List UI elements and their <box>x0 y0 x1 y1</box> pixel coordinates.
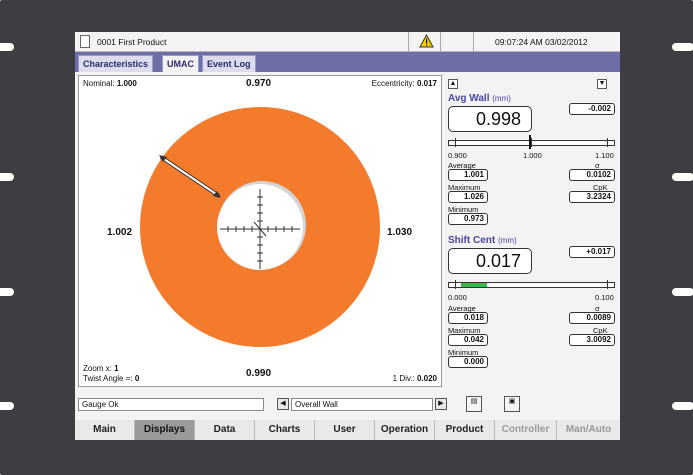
mount-notch <box>672 288 693 296</box>
avg-wall-maximum: 1.026 <box>448 191 488 203</box>
shift-cent-bar <box>461 283 487 287</box>
shift-cent-title-text: Shift Cent <box>448 235 496 246</box>
shift-cent-value: 0.017 <box>448 248 532 274</box>
nav-product[interactable]: Product <box>435 420 495 440</box>
nav-man-auto[interactable]: Man/Auto <box>557 420 620 440</box>
shift-cent-deviation: +0.017 <box>569 246 615 258</box>
mount-notch <box>672 43 693 51</box>
div-value: 0.020 <box>416 374 437 383</box>
zoom-readout: Zoom x: 1 <box>83 364 119 373</box>
bottom-nav: Main Displays Data Charts User Operation… <box>75 420 620 440</box>
div-readout: 1 Div.: 0.020 <box>393 374 437 383</box>
scale-label: 0.900 <box>448 151 467 160</box>
div-label: 1 Div.: <box>392 374 415 383</box>
umac-wall-chart: Nominal: 1.000 0.970 Eccentricity: 0.017 <box>78 75 442 387</box>
nav-charts[interactable]: Charts <box>255 420 315 440</box>
shift-cent-title: Shift Cent (mm) <box>448 235 517 246</box>
avg-wall-marker <box>529 135 532 149</box>
mount-notch <box>672 173 693 181</box>
scale-label: 1.100 <box>595 151 614 160</box>
twist-value: 0 <box>134 374 140 383</box>
shift-cent-average: 0.018 <box>448 312 488 324</box>
measurement-panel: ▲ ▼ Avg Wall (mm) 0.998 -0.002 0.900 1.0… <box>445 75 618 387</box>
shift-cent-sigma: 0.0089 <box>569 312 615 324</box>
shift-cent-maximum: 0.042 <box>448 334 488 346</box>
avg-wall-title-text: Avg Wall <box>448 93 490 104</box>
zoom-value: 1 <box>114 364 119 373</box>
divider <box>473 32 474 52</box>
tab-bar: Characteristics UMAC Event Log <box>75 52 620 72</box>
right-wall-value: 1.030 <box>387 227 413 238</box>
scale-label: 0.100 <box>595 293 614 302</box>
document-icon <box>80 35 90 48</box>
tab-event-log[interactable]: Event Log <box>202 55 256 72</box>
avg-wall-unit: (mm) <box>492 94 511 103</box>
mount-notch <box>0 288 14 296</box>
window-title: 0001 First Product <box>97 37 167 47</box>
zoom-label: Zoom x: <box>83 364 112 373</box>
scale-tick <box>607 280 608 289</box>
mount-notch <box>672 402 693 410</box>
divider <box>440 32 441 52</box>
scroll-down-button[interactable]: ▼ <box>597 79 607 89</box>
hmi-screen: 0001 First Product 09:07:24 AM 03/02/201… <box>75 32 620 440</box>
scale-label: 1.000 <box>523 151 542 160</box>
avg-wall-average: 1.001 <box>448 169 488 181</box>
rack-panel: 0001 First Product 09:07:24 AM 03/02/201… <box>0 0 693 475</box>
nav-user[interactable]: User <box>315 420 375 440</box>
nav-data[interactable]: Data <box>195 420 255 440</box>
nav-operation[interactable]: Operation <box>375 420 435 440</box>
avg-wall-title: Avg Wall (mm) <box>448 93 511 104</box>
avg-wall-value: 0.998 <box>448 106 532 132</box>
twist-label: Twist Angle =: <box>83 374 133 383</box>
image-icon[interactable]: ▣ <box>504 396 520 412</box>
bottom-wall-value: 0.990 <box>246 368 272 379</box>
tab-umac[interactable]: UMAC <box>162 55 199 72</box>
avg-wall-sigma: 0.0102 <box>569 169 615 181</box>
shift-cent-cpk: 3.0092 <box>569 334 615 346</box>
scale-label: 0.000 <box>448 293 467 302</box>
avg-wall-cpk: 3.2324 <box>569 191 615 203</box>
divider <box>408 32 409 52</box>
next-view-button[interactable]: ▶ <box>435 398 447 410</box>
scale-tick <box>455 280 456 289</box>
gauge-status-field: Gauge Ok <box>78 398 264 411</box>
mount-notch <box>0 173 14 181</box>
shift-cent-minimum: 0.000 <box>448 356 488 368</box>
previous-view-button[interactable]: ◀ <box>277 398 289 410</box>
mount-notch <box>0 43 14 51</box>
scroll-up-button[interactable]: ▲ <box>448 79 458 89</box>
scale-tick <box>607 138 608 147</box>
mount-notch <box>0 402 14 410</box>
avg-wall-deviation: -0.002 <box>569 103 615 115</box>
status-row: Gauge Ok ◀ Overall Wall ▶ ▤ ▣ <box>78 396 619 412</box>
warning-icon[interactable] <box>419 33 434 50</box>
nav-main[interactable]: Main <box>75 420 135 440</box>
datetime-display: 09:07:24 AM 03/02/2012 <box>495 37 588 47</box>
twist-angle-readout: Twist Angle =: 0 <box>83 374 139 383</box>
tab-characteristics[interactable]: Characteristics <box>78 55 154 72</box>
view-selection-field[interactable]: Overall Wall <box>291 398 433 411</box>
calculator-icon[interactable]: ▤ <box>466 396 482 412</box>
scale-tick <box>455 138 456 147</box>
avg-wall-minimum: 0.973 <box>448 213 488 225</box>
nav-displays[interactable]: Displays <box>135 420 195 440</box>
left-wall-value: 1.002 <box>107 227 133 238</box>
nav-controller[interactable]: Controller <box>495 420 557 440</box>
shift-cent-unit: (mm) <box>498 236 517 245</box>
title-bar: 0001 First Product 09:07:24 AM 03/02/201… <box>75 32 620 52</box>
